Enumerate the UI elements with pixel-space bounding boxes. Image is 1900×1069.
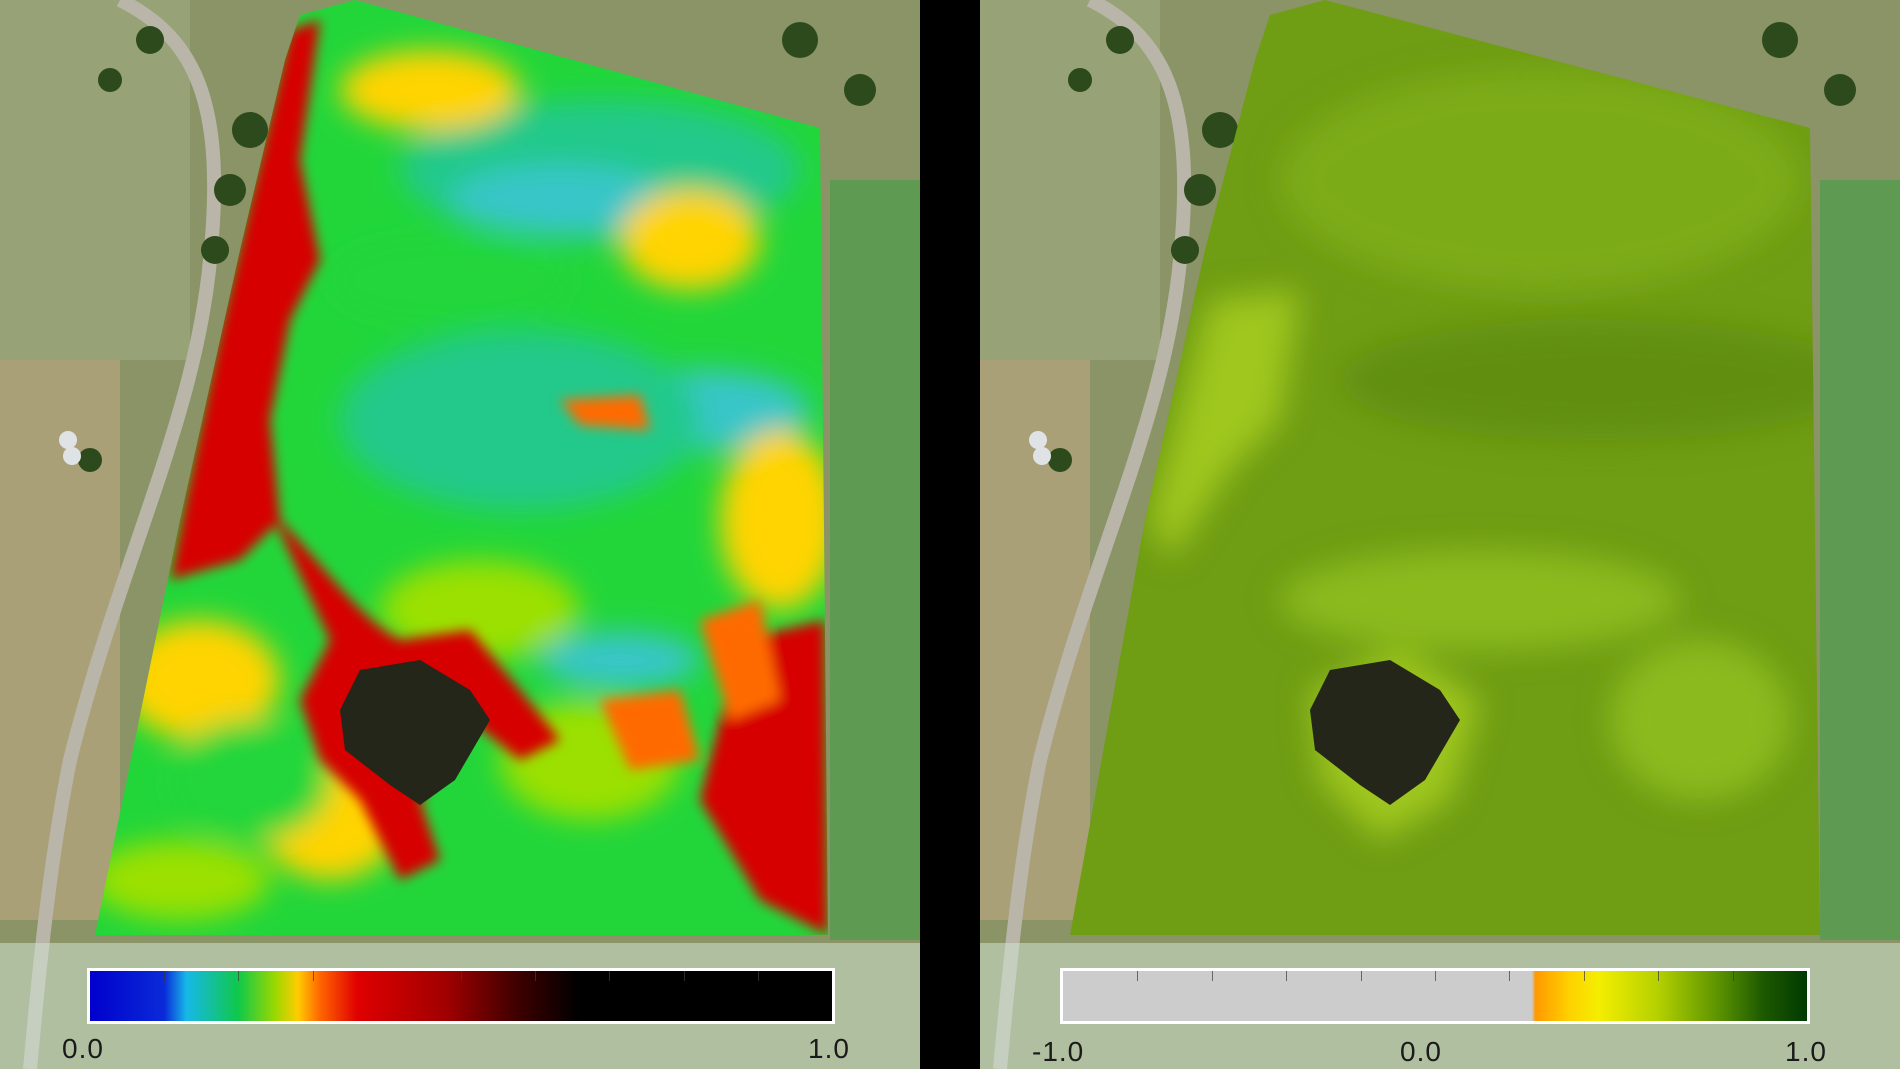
colorbar-tick — [1360, 971, 1362, 981]
colorbar-tick — [1137, 971, 1139, 981]
right-map-panel: -1.0 0.0 1.0 — [980, 0, 1900, 1069]
colorbar-tick — [535, 971, 537, 981]
adjacent-crop-field — [1820, 180, 1900, 940]
colorbar-tick — [1658, 971, 1660, 981]
colorbar-max-label: 1.0 — [1785, 1036, 1827, 1067]
pasture-area — [980, 0, 1160, 360]
colorbar-tick — [312, 971, 314, 981]
colorbar-tick — [1732, 971, 1734, 981]
colorbar-tick — [1211, 971, 1213, 981]
colorbar-tick — [1435, 971, 1436, 981]
colorbar-min-label: -1.0 — [1032, 1036, 1085, 1067]
panel-divider — [920, 0, 980, 1069]
colorbar-tick — [609, 971, 611, 981]
colorbar-min-label: 0.0 — [62, 1033, 104, 1064]
colorbar-max-label: 1.0 — [808, 1033, 850, 1064]
colorbar-tick — [386, 971, 388, 981]
colorbar-tick — [683, 971, 685, 981]
colorbar-tick — [1509, 971, 1511, 981]
colorbar-mid-label: 0.0 — [1400, 1036, 1442, 1067]
left-map-panel: 0.0 1.0 — [0, 0, 920, 1069]
colorbar — [1060, 968, 1810, 1024]
adjacent-crop-field — [830, 180, 920, 940]
colorbar-tick — [1286, 971, 1288, 981]
right-index-map — [980, 0, 1900, 1069]
left-index-map — [0, 0, 920, 1069]
colorbar-tick — [1583, 971, 1585, 981]
colorbar-tick — [757, 971, 759, 981]
colorbar — [87, 968, 835, 1024]
pasture-area — [0, 0, 190, 360]
colorbar-tick — [238, 971, 240, 981]
colorbar-tick — [164, 971, 166, 981]
colorbar-tick — [461, 971, 462, 981]
